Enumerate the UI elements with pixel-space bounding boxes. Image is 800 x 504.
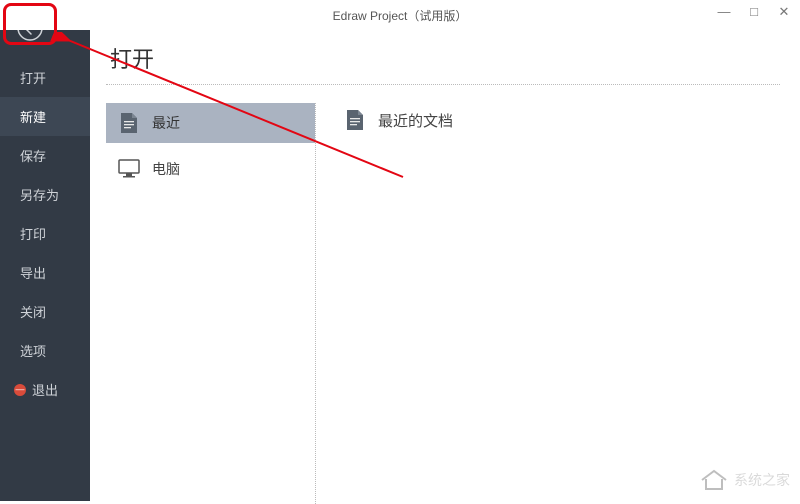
- recent-documents-header: 最近的文档: [336, 103, 780, 131]
- document-icon: [344, 109, 366, 131]
- close-button[interactable]: ✕: [776, 4, 792, 20]
- exit-icon: —: [14, 384, 26, 396]
- sidebar-item-options[interactable]: 选项: [0, 331, 90, 370]
- sidebar-item-saveas[interactable]: 另存为: [0, 175, 90, 214]
- document-icon: [118, 112, 140, 134]
- sidebar-item-open[interactable]: 打开: [0, 58, 90, 97]
- sidebar-item-close[interactable]: 关闭: [0, 292, 90, 331]
- source-computer[interactable]: 电脑: [106, 149, 315, 189]
- source-recent[interactable]: 最近: [106, 103, 315, 143]
- window-title: Edraw Project（试用版）: [333, 7, 468, 24]
- window-controls: — □ ✕: [716, 4, 792, 20]
- computer-icon: [118, 158, 140, 180]
- minimize-button[interactable]: —: [716, 4, 732, 20]
- recent-documents-panel: 最近的文档: [315, 103, 800, 504]
- sidebar-item-export[interactable]: 导出: [0, 253, 90, 292]
- sidebar-item-save[interactable]: 保存: [0, 136, 90, 175]
- sidebar-item-new[interactable]: 新建: [0, 97, 90, 136]
- sidebar-item-exit[interactable]: — 退出: [0, 370, 90, 409]
- maximize-button[interactable]: □: [746, 4, 762, 20]
- divider: [106, 84, 780, 85]
- source-recent-label: 最近: [152, 113, 180, 133]
- sidebar: 打开 新建 保存 另存为 打印 导出 关闭 选项 — 退出: [0, 0, 90, 501]
- title-bar: Edraw Project（试用版）: [0, 0, 800, 30]
- source-list: 最近 电脑: [90, 103, 315, 504]
- source-computer-label: 电脑: [152, 159, 180, 179]
- sidebar-item-print[interactable]: 打印: [0, 214, 90, 253]
- page-title: 打开: [90, 30, 800, 84]
- recent-documents-title: 最近的文档: [378, 110, 453, 131]
- sidebar-item-exit-label: 退出: [32, 380, 58, 399]
- main-content: 打开 最近: [90, 30, 800, 501]
